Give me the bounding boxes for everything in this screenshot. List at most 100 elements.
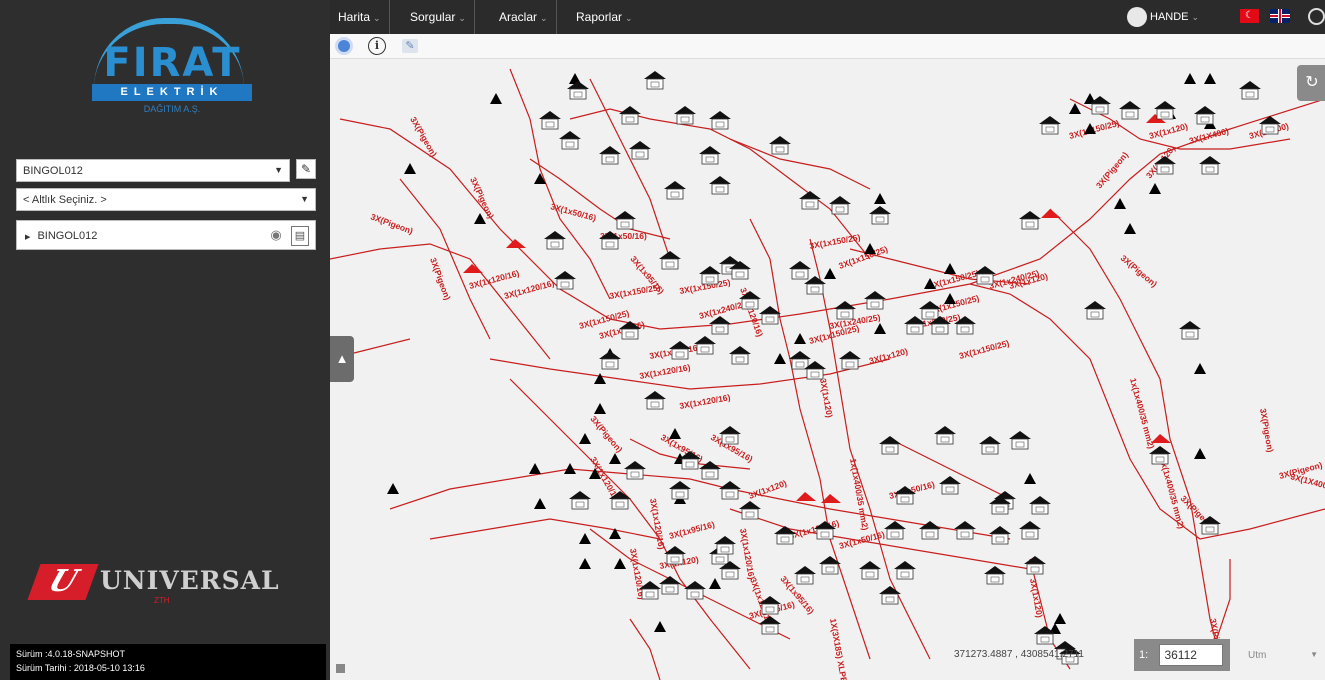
house-icon[interactable]: [979, 436, 1001, 455]
house-icon[interactable]: [1179, 321, 1201, 340]
triangle-marker-icon[interactable]: [564, 463, 576, 474]
triangle-marker-icon[interactable]: [654, 621, 666, 632]
triangle-marker-icon[interactable]: [474, 213, 486, 224]
triangle-marker-icon[interactable]: [579, 558, 591, 569]
house-icon[interactable]: [1199, 156, 1221, 175]
house-icon[interactable]: [939, 476, 961, 495]
region-select[interactable]: BINGOL012 ▼: [16, 159, 290, 182]
triangle-marker-icon[interactable]: [824, 268, 836, 279]
house-icon[interactable]: [684, 581, 706, 600]
menu-raporlar[interactable]: Raporlar ⌄: [568, 0, 641, 34]
house-icon[interactable]: [644, 391, 666, 410]
triangle-marker-icon[interactable]: [944, 263, 956, 274]
eye-icon[interactable]: ◉: [267, 228, 285, 242]
house-icon[interactable]: [789, 261, 811, 280]
house-icon[interactable]: [544, 231, 566, 250]
house-icon[interactable]: [1019, 521, 1041, 540]
triangle-marker-icon[interactable]: [709, 578, 721, 589]
triangle-marker-icon[interactable]: [669, 428, 681, 439]
side-panel-handle[interactable]: ▲: [330, 336, 354, 382]
triangle-marker-icon[interactable]: [874, 193, 886, 204]
info-icon[interactable]: i: [368, 37, 386, 55]
menu-harita[interactable]: Harita ⌄: [330, 0, 390, 34]
map-canvas[interactable]: 3X(Pigeon) 3X(Pigeon) 3X(Pigeon) 3X(Pigeon)…: [330, 59, 1325, 680]
user-menu[interactable]: HANDE ⌄: [1127, 5, 1199, 29]
triangle-marker-icon[interactable]: [1024, 473, 1036, 484]
triangle-marker-icon[interactable]: [579, 433, 591, 444]
house-icon[interactable]: [1029, 496, 1051, 515]
house-icon[interactable]: [659, 251, 681, 270]
house-icon[interactable]: [709, 176, 731, 195]
select-tool-icon[interactable]: [335, 37, 353, 55]
house-icon[interactable]: [954, 521, 976, 540]
house-icon[interactable]: [789, 351, 811, 370]
house-icon[interactable]: [984, 566, 1006, 585]
triangle-marker-icon[interactable]: [1194, 448, 1206, 459]
triangle-marker-icon[interactable]: [1069, 103, 1081, 114]
house-icon[interactable]: [799, 191, 821, 210]
logout-icon[interactable]: [1308, 8, 1325, 25]
triangle-marker-icon[interactable]: [1194, 363, 1206, 374]
house-icon[interactable]: [834, 301, 856, 320]
house-icon[interactable]: [719, 481, 741, 500]
house-icon[interactable]: [819, 556, 841, 575]
house-icon[interactable]: [1149, 446, 1171, 465]
transformer-marker-icon[interactable]: [463, 264, 483, 273]
house-icon[interactable]: [539, 111, 561, 130]
house-icon[interactable]: [599, 351, 621, 370]
triangle-marker-icon[interactable]: [794, 333, 806, 344]
triangle-marker-icon[interactable]: [1149, 183, 1161, 194]
house-icon[interactable]: [919, 521, 941, 540]
projection-select[interactable]: Utm ▼: [1242, 646, 1322, 668]
house-icon[interactable]: [879, 586, 901, 605]
house-icon[interactable]: [699, 266, 721, 285]
menu-araclar[interactable]: Araclar ⌄: [491, 0, 557, 34]
house-icon[interactable]: [759, 616, 781, 635]
house-icon[interactable]: [569, 491, 591, 510]
house-icon[interactable]: [629, 141, 651, 160]
subset-select[interactable]: < Altlık Seçiniz. > ▼: [16, 188, 316, 211]
house-icon[interactable]: [1194, 106, 1216, 125]
house-icon[interactable]: [934, 426, 956, 445]
house-icon[interactable]: [619, 106, 641, 125]
triangle-marker-icon[interactable]: [534, 498, 546, 509]
house-icon[interactable]: [669, 481, 691, 500]
house-icon[interactable]: [1084, 301, 1106, 320]
house-icon[interactable]: [769, 136, 791, 155]
house-icon[interactable]: [714, 536, 736, 555]
triangle-marker-icon[interactable]: [594, 403, 606, 414]
transformer-marker-icon[interactable]: [821, 494, 841, 503]
house-icon[interactable]: [699, 146, 721, 165]
house-icon[interactable]: [739, 501, 761, 520]
house-icon[interactable]: [859, 561, 881, 580]
house-icon[interactable]: [884, 521, 906, 540]
house-icon[interactable]: [829, 196, 851, 215]
house-icon[interactable]: [774, 526, 796, 545]
triangle-marker-icon[interactable]: [387, 483, 399, 494]
house-icon[interactable]: [1009, 431, 1031, 450]
house-icon[interactable]: [869, 206, 891, 225]
triangle-marker-icon[interactable]: [609, 453, 621, 464]
house-icon[interactable]: [614, 211, 636, 230]
triangle-marker-icon[interactable]: [579, 533, 591, 544]
house-icon[interactable]: [864, 291, 886, 310]
layer-row[interactable]: ▶ BINGOL012 ◉ ▤: [16, 220, 316, 250]
refresh-icon[interactable]: ↻: [1297, 65, 1325, 101]
house-icon[interactable]: [1039, 116, 1061, 135]
house-icon[interactable]: [624, 461, 646, 480]
house-icon[interactable]: [559, 131, 581, 150]
house-icon[interactable]: [664, 181, 686, 200]
house-icon[interactable]: [709, 316, 731, 335]
menu-sorgular[interactable]: Sorgular ⌄: [402, 0, 475, 34]
house-icon[interactable]: [794, 566, 816, 585]
triangle-marker-icon[interactable]: [774, 353, 786, 364]
triangle-marker-icon[interactable]: [490, 93, 502, 104]
expand-arrow-icon[interactable]: ▶: [25, 234, 30, 241]
house-icon[interactable]: [709, 111, 731, 130]
triangle-marker-icon[interactable]: [529, 463, 541, 474]
house-icon[interactable]: [839, 351, 861, 370]
triangle-marker-icon[interactable]: [594, 373, 606, 384]
house-icon[interactable]: [664, 546, 686, 565]
house-icon[interactable]: [719, 426, 741, 445]
triangle-marker-icon[interactable]: [1184, 73, 1196, 84]
